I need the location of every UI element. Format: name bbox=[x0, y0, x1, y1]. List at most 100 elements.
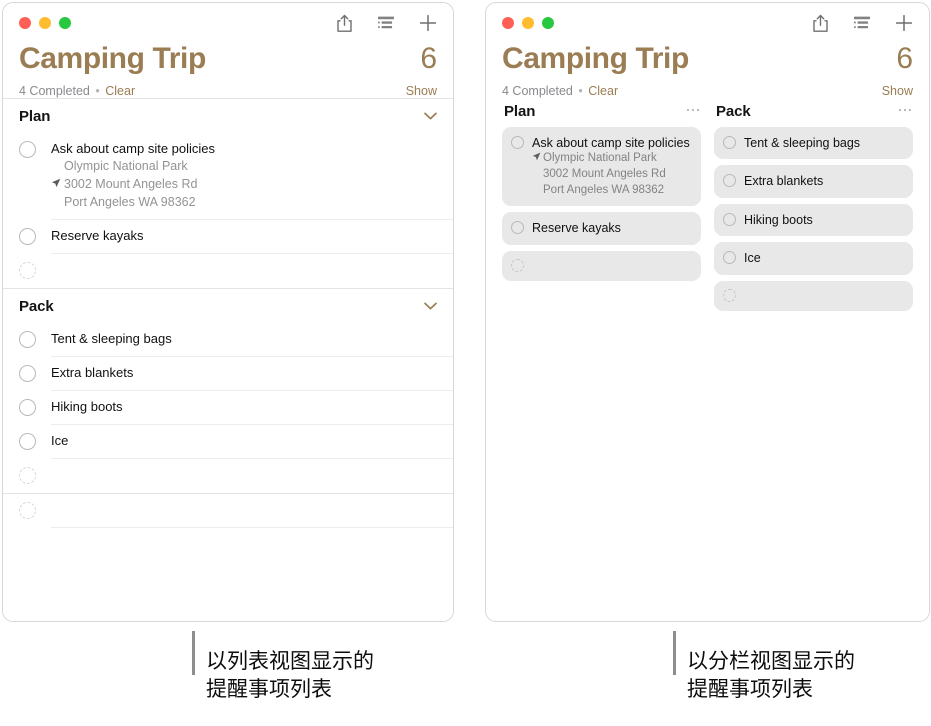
new-task-checkbox[interactable] bbox=[19, 501, 36, 519]
new-card-input[interactable] bbox=[532, 258, 691, 275]
columns-container: Plan Ask about camp site policies Olympi… bbox=[486, 98, 929, 318]
new-card-text bbox=[532, 258, 691, 275]
ellipsis-icon[interactable] bbox=[686, 108, 699, 115]
task-title: Hiking boots bbox=[51, 398, 123, 414]
new-task-row[interactable] bbox=[3, 254, 453, 288]
section-title: Plan bbox=[19, 107, 51, 125]
card-location-text: 3002 Mount Angeles Rd bbox=[543, 167, 666, 180]
share-icon[interactable] bbox=[809, 12, 831, 34]
show-completed-link[interactable]: Show bbox=[882, 84, 913, 98]
column-plan: Plan Ask about camp site policies Olympi… bbox=[502, 102, 701, 318]
new-reminder-card[interactable] bbox=[502, 250, 701, 282]
task-row[interactable]: Ice bbox=[3, 425, 453, 459]
task-row[interactable]: Hiking boots bbox=[3, 391, 453, 425]
new-task-row[interactable] bbox=[3, 459, 453, 493]
reminder-count: 6 bbox=[420, 42, 437, 75]
new-task-checkbox[interactable] bbox=[19, 261, 36, 279]
list-format-icon[interactable] bbox=[851, 12, 873, 34]
new-task-input[interactable] bbox=[51, 494, 437, 527]
new-card-input[interactable] bbox=[744, 288, 903, 305]
close-window-button[interactable] bbox=[502, 17, 514, 29]
card-content: Ice bbox=[744, 250, 903, 267]
section-header[interactable]: Pack bbox=[3, 289, 453, 323]
meta-separator: • bbox=[578, 83, 583, 98]
card-title: Hiking boots bbox=[744, 212, 813, 227]
task-row[interactable]: Reserve kayaks bbox=[3, 220, 453, 254]
task-row[interactable]: Tent & sleeping bags bbox=[3, 323, 453, 357]
minimize-window-button[interactable] bbox=[39, 17, 51, 29]
completed-count-label: 4 Completed bbox=[502, 83, 573, 98]
list-body: Plan Ask about camp site policies Olympi… bbox=[3, 97, 453, 528]
meta-separator: • bbox=[95, 83, 100, 98]
column-title: Pack bbox=[716, 102, 751, 120]
chevron-down-icon[interactable] bbox=[424, 112, 437, 120]
card-content: Ask about camp site policies Olympic Nat… bbox=[532, 135, 691, 198]
reminder-card[interactable]: Ice bbox=[714, 242, 913, 275]
new-task-input[interactable] bbox=[51, 459, 437, 492]
caption-column-view: 以分栏视图显示的 提醒事项列表 bbox=[673, 631, 855, 703]
task-checkbox[interactable] bbox=[723, 174, 736, 188]
clear-completed-link[interactable]: Clear bbox=[105, 84, 135, 98]
card-title: Tent & sleeping bags bbox=[744, 135, 861, 150]
location-arrow-icon bbox=[532, 151, 543, 167]
zoom-window-button[interactable] bbox=[542, 17, 554, 29]
new-card-text bbox=[744, 288, 903, 305]
task-checkbox[interactable] bbox=[723, 251, 736, 265]
minimize-window-button[interactable] bbox=[522, 17, 534, 29]
chevron-down-icon[interactable] bbox=[424, 302, 437, 310]
reminder-card[interactable]: Ask about camp site policies Olympic Nat… bbox=[502, 126, 701, 207]
toolbar-actions bbox=[809, 12, 915, 34]
task-location-text: Port Angeles WA 98362 bbox=[64, 194, 196, 209]
card-title: Ice bbox=[744, 251, 761, 266]
reminder-card[interactable]: Tent & sleeping bags bbox=[714, 126, 913, 160]
task-row[interactable]: Ask about camp site policies Olympic Nat… bbox=[3, 133, 453, 220]
section-plan: Plan Ask about camp site policies Olympi… bbox=[3, 99, 453, 288]
task-content: Hiking boots bbox=[51, 391, 437, 424]
task-checkbox[interactable] bbox=[19, 330, 36, 348]
title-row: Camping Trip 6 bbox=[19, 43, 437, 75]
close-window-button[interactable] bbox=[19, 17, 31, 29]
new-task-checkbox[interactable] bbox=[723, 288, 736, 302]
show-completed-link[interactable]: Show bbox=[406, 84, 437, 98]
task-checkbox[interactable] bbox=[19, 227, 36, 245]
ellipsis-icon[interactable] bbox=[898, 108, 911, 115]
zoom-window-button[interactable] bbox=[59, 17, 71, 29]
task-checkbox[interactable] bbox=[19, 364, 36, 382]
titlebar bbox=[3, 3, 453, 43]
task-checkbox[interactable] bbox=[723, 135, 736, 149]
clear-completed-link[interactable]: Clear bbox=[588, 84, 618, 98]
task-content: Ask about camp site policies Olympic Nat… bbox=[51, 133, 437, 220]
add-reminder-icon[interactable] bbox=[893, 12, 915, 34]
task-row[interactable]: Extra blankets bbox=[3, 357, 453, 391]
task-checkbox[interactable] bbox=[19, 140, 36, 158]
column-header: Plan bbox=[502, 102, 701, 127]
reminder-card[interactable]: Extra blankets bbox=[714, 165, 913, 198]
task-checkbox[interactable] bbox=[19, 398, 36, 416]
task-checkbox[interactable] bbox=[723, 212, 736, 226]
card-location-line: Olympic National Park bbox=[532, 151, 691, 167]
card-title: Ask about camp site policies bbox=[532, 135, 690, 150]
add-reminder-icon[interactable] bbox=[417, 12, 439, 34]
new-reminder-card[interactable] bbox=[714, 280, 913, 312]
new-task-input[interactable] bbox=[51, 254, 437, 287]
new-task-text bbox=[51, 261, 437, 279]
completed-info: 4 Completed • Clear bbox=[502, 84, 618, 98]
reminder-card[interactable]: Reserve kayaks bbox=[502, 212, 701, 245]
section-header[interactable]: Plan bbox=[3, 99, 453, 133]
reminder-count: 6 bbox=[896, 42, 913, 75]
task-checkbox[interactable] bbox=[511, 135, 524, 149]
task-checkbox[interactable] bbox=[511, 221, 524, 235]
reminders-window-column-view: Camping Trip 6 4 Completed • Clear Show … bbox=[485, 2, 930, 622]
new-task-checkbox[interactable] bbox=[19, 466, 36, 484]
task-content: Ice bbox=[51, 425, 437, 458]
share-icon[interactable] bbox=[333, 12, 355, 34]
reminder-card[interactable]: Hiking boots bbox=[714, 203, 913, 237]
list-format-icon[interactable] bbox=[375, 12, 397, 34]
new-task-checkbox[interactable] bbox=[511, 258, 524, 272]
task-title: Reserve kayaks bbox=[51, 227, 144, 243]
task-checkbox[interactable] bbox=[19, 432, 36, 450]
task-content: Reserve kayaks bbox=[51, 220, 437, 253]
card-content: Extra blankets bbox=[744, 173, 903, 190]
new-task-row-trailing[interactable] bbox=[3, 494, 453, 528]
caption-text: 以分栏视图显示的 提醒事项列表 bbox=[687, 649, 855, 702]
